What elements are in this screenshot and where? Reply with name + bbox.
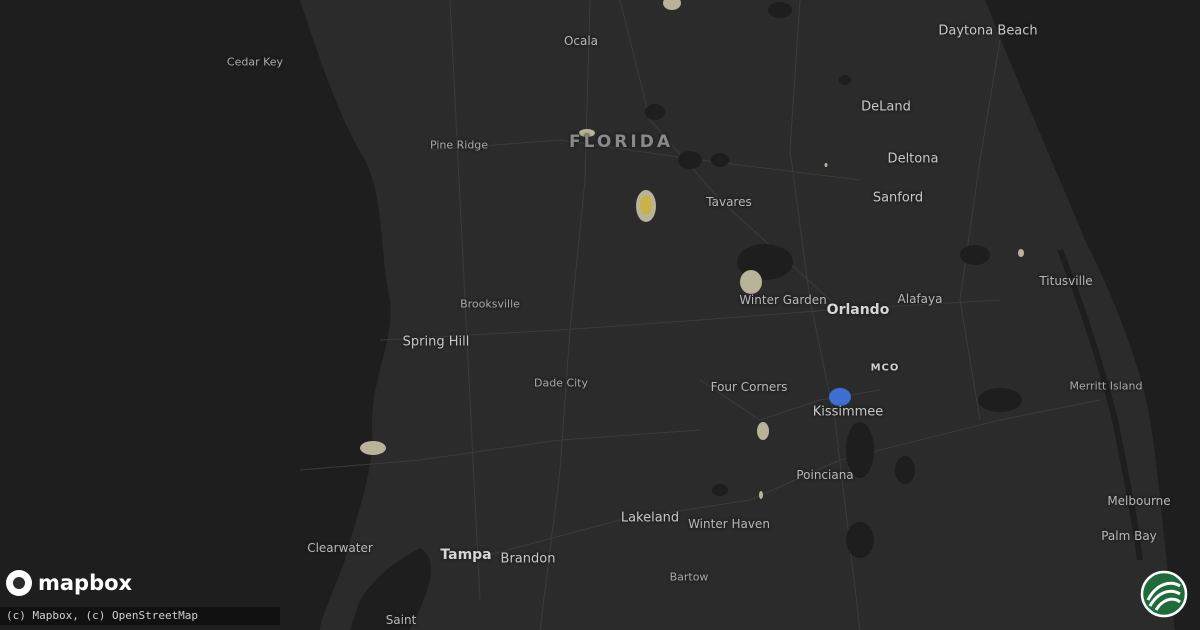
city-label-daytona-beach: Daytona Beach	[938, 23, 1038, 39]
roads	[299, 0, 1101, 630]
city-label-spring-hill: Spring Hill	[402, 334, 470, 350]
city-label-melbourne: Melbourne	[1107, 494, 1171, 508]
hail-swath-winter-garden	[740, 270, 762, 294]
state-label: FLORIDA	[569, 132, 673, 152]
hail-swath-lakeland-dot	[759, 491, 763, 499]
mapbox-logo[interactable]: mapbox	[6, 570, 132, 596]
city-label-orlando: Orlando	[826, 302, 890, 318]
city-label-winter-garden: Winter Garden	[739, 293, 827, 307]
city-label-brooksville: Brooksville	[460, 297, 520, 311]
city-label-ocala: Ocala	[563, 34, 599, 48]
city-label-alafaya: Alafaya	[897, 292, 943, 306]
city-label-lakeland: Lakeland	[620, 510, 680, 526]
city-label-bartow: Bartow	[669, 570, 709, 584]
city-label-pine-ridge: Pine Ridge	[429, 138, 489, 152]
city-label-clearwater: Clearwater	[307, 541, 373, 555]
city-label-titusville: Titusville	[1039, 274, 1093, 288]
brand-globe-icon[interactable]	[1140, 570, 1188, 618]
city-label-saint: Saint	[385, 613, 417, 627]
city-label-poinciana: Poinciana	[796, 468, 854, 482]
city-label-sanford: Sanford	[872, 190, 924, 206]
city-label-deltona: Deltona	[887, 151, 939, 167]
city-label-cedar-key: Cedar Key	[226, 55, 284, 69]
hail-swath-four-corners	[757, 422, 769, 440]
map-attribution[interactable]: (c) Mapbox, (c) OpenStreetMap	[0, 607, 280, 625]
mapbox-logo-text: mapbox	[38, 571, 133, 595]
hail-swath-lake-weir-inner	[640, 195, 652, 215]
airport-label: MCO	[870, 362, 900, 374]
hail-swath-deland-dot	[824, 163, 828, 167]
city-label-kissimmee: Kissimmee	[812, 404, 884, 420]
hail-swath-north	[663, 0, 681, 10]
hail-swath-titusville	[1018, 249, 1024, 257]
city-label-tampa: Tampa	[440, 547, 492, 563]
city-label-palm-bay: Palm Bay	[1101, 529, 1157, 543]
city-label-brandon: Brandon	[500, 551, 556, 567]
city-label-dade-city: Dade City	[533, 376, 589, 390]
gulf-water	[0, 0, 391, 630]
city-label-four-corners: Four Corners	[710, 380, 788, 394]
city-label-merritt-island: Merritt Island	[1069, 379, 1143, 393]
mapbox-logo-icon	[6, 570, 32, 596]
city-label-deland: DeLand	[861, 99, 911, 115]
city-label-tavares: Tavares	[706, 195, 752, 209]
atlantic-water	[985, 0, 1200, 630]
map-canvas[interactable]: FLORIDA MCO Daytona Beach Ocala Cedar Ke…	[0, 0, 1200, 630]
city-label-winter-haven: Winter Haven	[688, 517, 770, 531]
basemap	[0, 0, 1200, 630]
hail-swath-spring-hill	[360, 441, 386, 455]
hail-swaths	[360, 0, 1024, 499]
hail-swath-kissimmee	[829, 388, 851, 406]
